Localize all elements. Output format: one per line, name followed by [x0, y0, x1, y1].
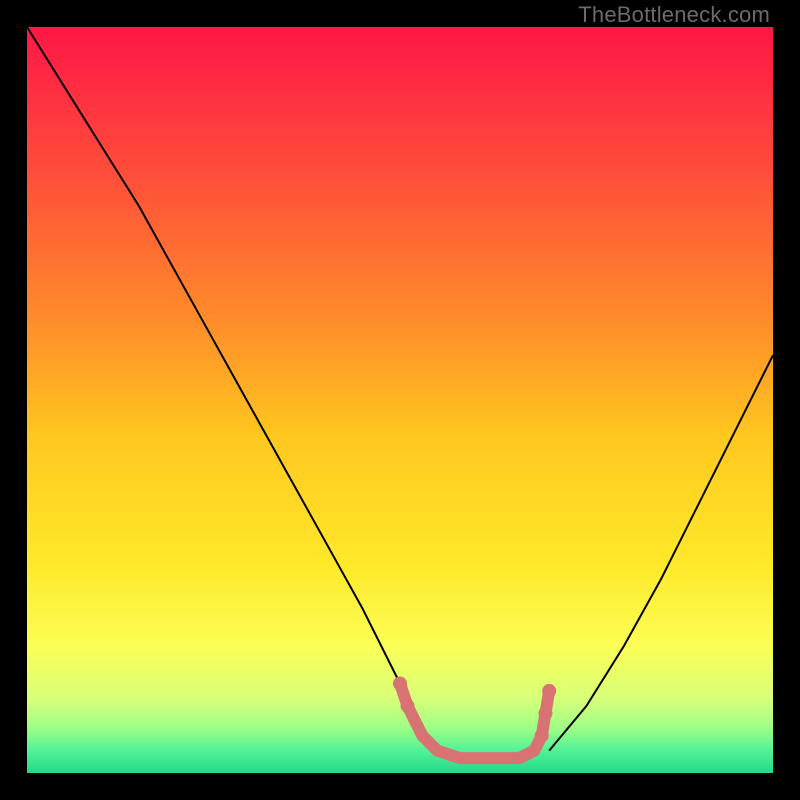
bottleneck-curve-left — [27, 27, 437, 751]
chart-curves-layer — [27, 27, 773, 773]
valley-marker-dot — [542, 684, 556, 698]
bottleneck-curve-right — [549, 355, 773, 750]
watermark-text: TheBottleneck.com — [578, 2, 770, 28]
valley-marker-dot — [393, 677, 407, 691]
valley-marker-dot — [539, 706, 553, 720]
valley-marker-dot — [535, 729, 549, 743]
valley-marker — [400, 684, 549, 759]
valley-marker-dot — [401, 699, 415, 713]
